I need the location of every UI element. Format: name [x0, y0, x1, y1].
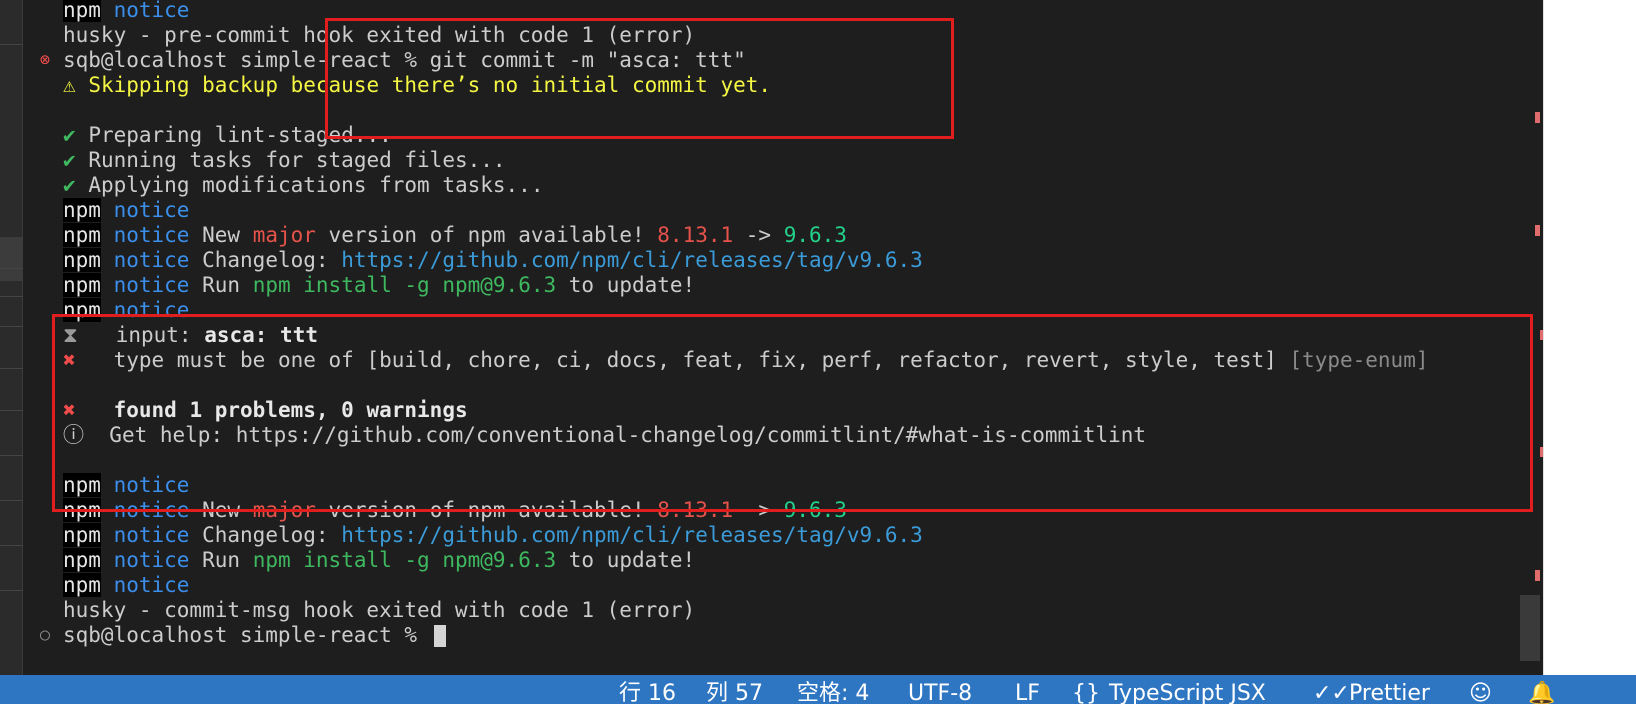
terminal-line: npm notice Run npm install -g npm@9.6.3 … [63, 548, 696, 572]
status-prettier[interactable]: Prettier [1349, 679, 1430, 704]
left-activity-strip [0, 0, 23, 675]
strip-divider [0, 44, 23, 45]
terminal-line: npm notice Changelog: https://github.com… [63, 523, 923, 547]
terminal-line: ⓘ Get help: https://github.com/conventio… [63, 423, 1147, 447]
cross-icon: ✖ [63, 348, 76, 372]
check-all-icon[interactable]: ✓✓ [1313, 679, 1350, 704]
strip-divider [0, 545, 23, 546]
terminal-line: npm notice [63, 0, 190, 22]
terminal-line: ✖ found 1 problems, 0 warnings [63, 398, 468, 422]
strip-divider [0, 368, 23, 369]
status-language[interactable]: TypeScript JSX [1109, 679, 1266, 704]
terminal-line: npm notice New major version of npm avai… [63, 223, 847, 247]
scrollbar-marker [1535, 570, 1540, 581]
strip-divider [0, 590, 23, 591]
terminal-line: ✔ Preparing lint-staged... [63, 123, 392, 147]
status-bar: 行 16 列 57 空格: 4 UTF-8 LF {} TypeScript J… [0, 675, 1636, 704]
check-icon: ✔ [63, 173, 76, 197]
left-strip-selected [0, 237, 23, 281]
strip-divider [0, 296, 23, 297]
strip-divider [0, 326, 23, 327]
terminal-line: npm notice [63, 298, 190, 322]
hourglass-icon: ⧗ [63, 323, 78, 347]
terminal-line: npm notice [63, 473, 190, 497]
terminal-line: ⚠ Skipping backup because there’s no ini… [63, 73, 772, 97]
scrollbar-marker [1535, 112, 1540, 123]
terminal-line: ✖ type must be one of [build, chore, ci,… [63, 348, 1429, 372]
status-encoding[interactable]: UTF-8 [908, 679, 972, 704]
terminal-prompt-line[interactable]: sqb@localhost simple-react % [63, 622, 446, 648]
changelog-link[interactable]: https://github.com/npm/cli/releases/tag/… [341, 523, 923, 547]
feedback-icon[interactable]: ☺ [1469, 679, 1492, 704]
terminal-line: husky - commit-msg hook exited with code… [63, 598, 696, 622]
info-icon: ⓘ [63, 423, 84, 447]
braces-icon[interactable]: {} [1072, 679, 1100, 704]
terminal-panel[interactable]: npm notice husky - pre-commit hook exite… [23, 0, 1543, 675]
terminal-line: ✔ Running tasks for staged files... [63, 148, 506, 172]
terminal-line: npm notice New major version of npm avai… [63, 498, 847, 522]
check-icon: ✔ [63, 123, 76, 147]
command-idle-icon[interactable]: ○ [35, 622, 55, 648]
status-line[interactable]: 行 16 [619, 679, 676, 704]
check-icon: ✔ [63, 148, 76, 172]
terminal-line: npm notice Changelog: https://github.com… [63, 248, 923, 272]
status-eol[interactable]: LF [1015, 679, 1040, 704]
cross-icon: ✖ [63, 398, 76, 422]
strip-divider [0, 500, 23, 501]
terminal-line: npm notice [63, 573, 190, 597]
terminal-line: ⧗ input: asca: ttt [63, 323, 318, 347]
bell-icon[interactable]: 🔔 [1528, 679, 1555, 704]
strip-divider [0, 268, 23, 269]
terminal-line: npm notice [63, 198, 190, 222]
strip-divider [0, 410, 23, 411]
scrollbar-marker [1535, 225, 1540, 236]
strip-divider [0, 455, 23, 456]
terminal-cursor [433, 625, 446, 647]
terminal-line: husky - pre-commit hook exited with code… [63, 23, 696, 47]
warning-icon: ⚠ [63, 73, 76, 97]
terminal-line: npm notice Run npm install -g npm@9.6.3 … [63, 273, 696, 297]
terminal-prompt-line: sqb@localhost simple-react % git commit … [63, 48, 746, 72]
changelog-link[interactable]: https://github.com/npm/cli/releases/tag/… [341, 248, 923, 272]
command-error-icon[interactable]: ⊗ [35, 47, 55, 73]
status-indent[interactable]: 空格: 4 [797, 679, 869, 704]
right-empty-area [1543, 0, 1636, 675]
status-column[interactable]: 列 57 [706, 679, 763, 704]
scrollbar-thumb[interactable] [1520, 595, 1540, 661]
terminal-line: ✔ Applying modifications from tasks... [63, 173, 544, 197]
